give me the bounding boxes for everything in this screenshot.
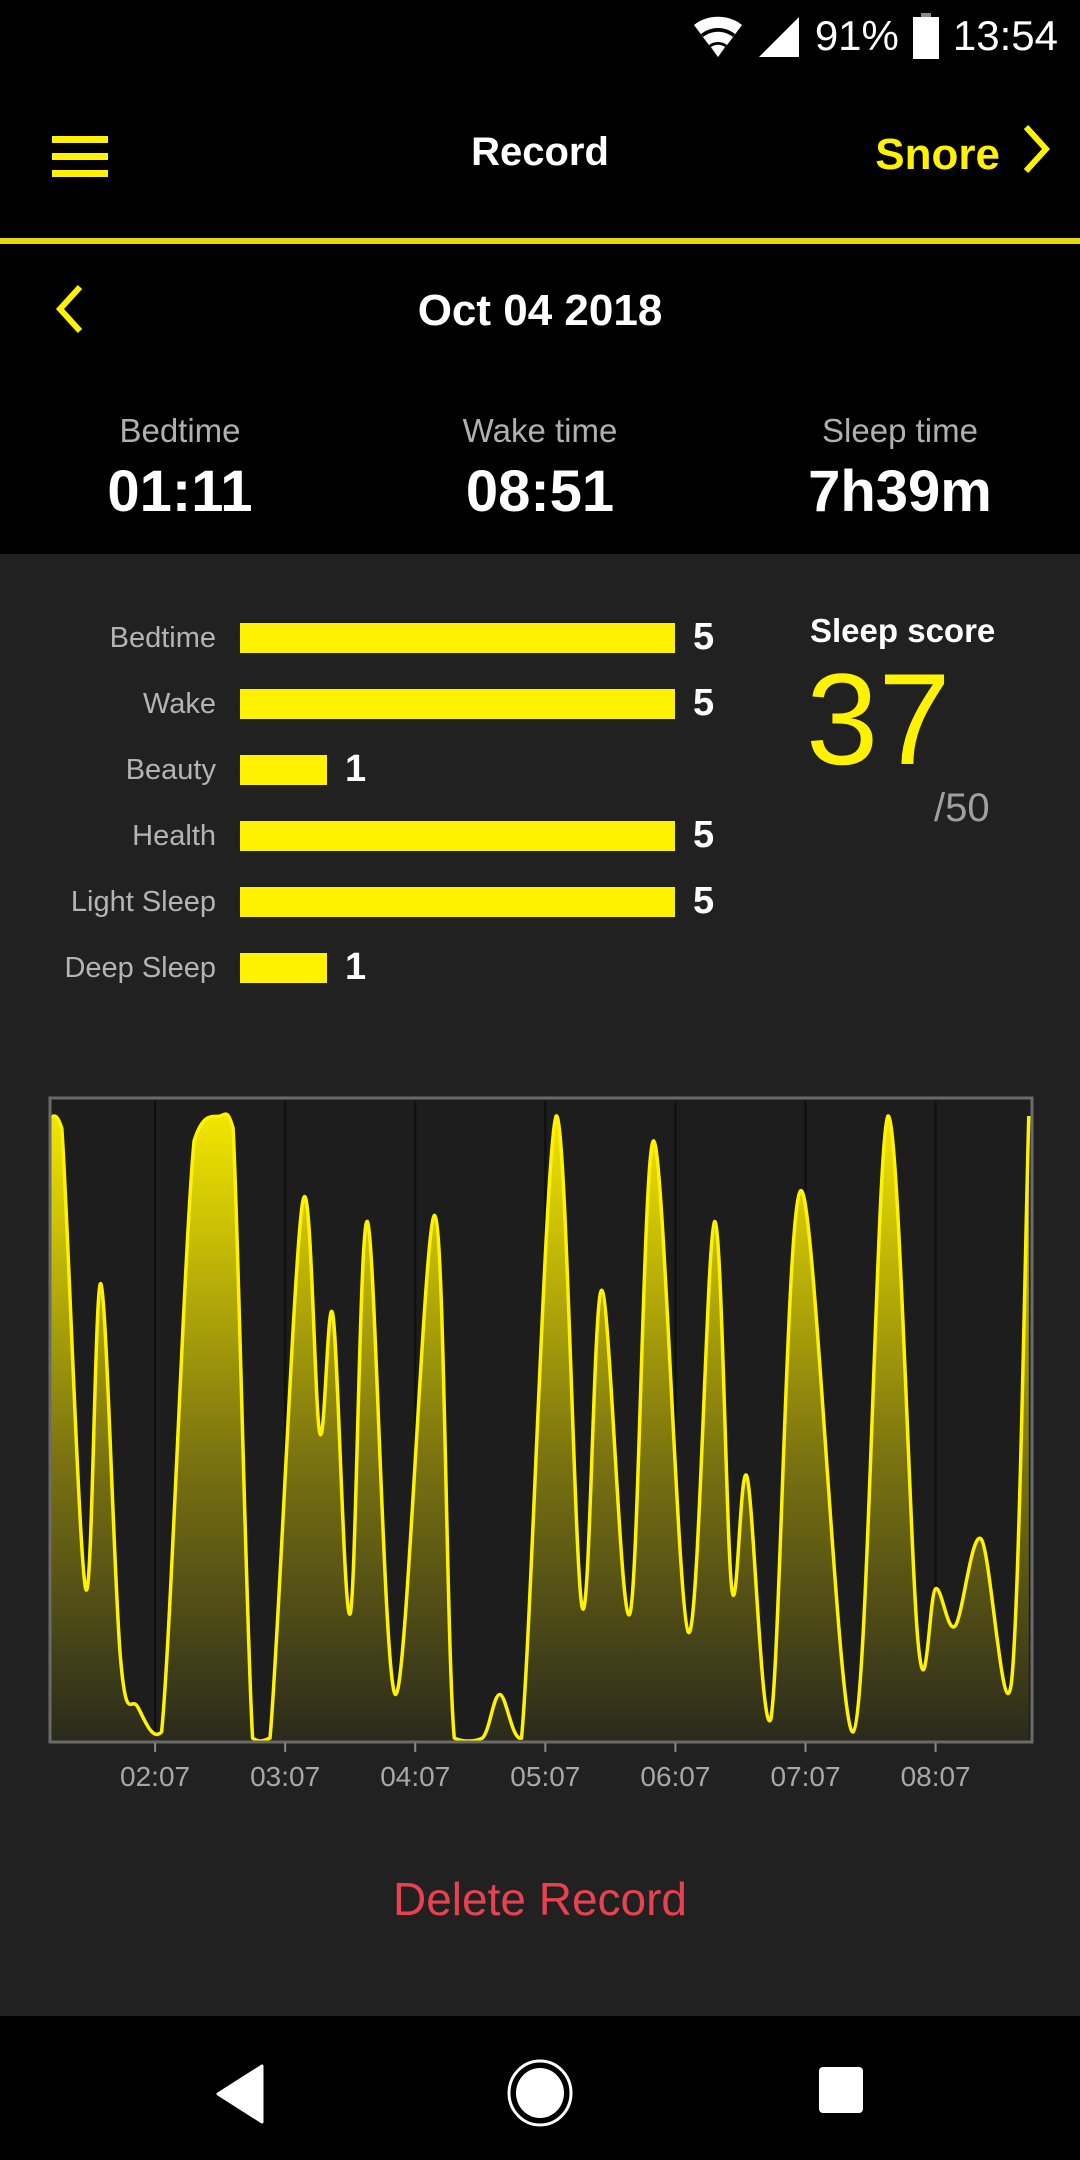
score-label: Health xyxy=(132,820,216,852)
stat-value: 7h39m xyxy=(808,459,992,524)
score-value: 5 xyxy=(693,616,715,658)
x-tick-label: 06:07 xyxy=(640,1761,710,1792)
sleep-score-max: /50 xyxy=(934,786,990,830)
x-tick-label: 02:07 xyxy=(120,1761,190,1792)
stat-label: Bedtime xyxy=(119,412,241,449)
system-nav-bar xyxy=(0,2016,1080,2160)
score-bar xyxy=(240,689,675,719)
score-value: 5 xyxy=(693,682,715,724)
battery-percent: 91% xyxy=(814,12,899,59)
score-bar xyxy=(240,953,327,983)
score-value: 5 xyxy=(693,880,715,922)
score-bar xyxy=(240,887,675,917)
score-label: Bedtime xyxy=(109,622,216,654)
score-bar xyxy=(240,821,675,851)
x-tick-label: 04:07 xyxy=(380,1761,450,1792)
score-bar xyxy=(240,623,675,653)
wifi-icon xyxy=(693,14,743,58)
score-label: Wake xyxy=(142,688,216,720)
stat-value: 01:11 xyxy=(107,459,253,524)
back-icon[interactable] xyxy=(214,2064,264,2129)
score-label: Beauty xyxy=(125,754,216,786)
signal-icon xyxy=(757,14,801,58)
sleep-time-stat: Sleep time 7h39m xyxy=(750,412,1050,525)
delete-record-button[interactable]: Delete Record xyxy=(0,1872,1080,1926)
chevron-right-icon xyxy=(1022,124,1051,185)
snore-label: Snore xyxy=(875,129,1000,179)
record-content: Bedtime 5 Wake 5 Beauty 1 Health 5 Light Sleep 5 D… xyxy=(0,554,1080,2016)
clock: 13:54 xyxy=(952,12,1058,59)
record-date: Oct 04 2018 xyxy=(417,286,663,335)
recents-icon[interactable] xyxy=(818,2066,864,2119)
x-tick-label: 05:07 xyxy=(510,1761,580,1792)
score-label: Deep Sleep xyxy=(64,952,216,984)
score-value: 1 xyxy=(345,946,367,988)
wake-time-stat: Wake time 08:51 xyxy=(390,412,690,525)
app-bar: Record Snore xyxy=(0,72,1080,238)
status-bar: 91% 13:54 xyxy=(0,0,1080,72)
sleep-score-value: 37 xyxy=(806,646,951,792)
score-bar xyxy=(240,755,327,785)
date-header: Oct 04 2018 Bedtime 01:11 Wake time 08:5… xyxy=(0,244,1080,554)
x-tick-label: 03:07 xyxy=(250,1761,320,1792)
home-icon[interactable] xyxy=(506,2058,574,2133)
score-label: Light Sleep xyxy=(70,886,216,918)
snore-button[interactable]: Snore xyxy=(875,124,1051,185)
stat-label: Wake time xyxy=(462,412,618,449)
score-value: 5 xyxy=(693,814,715,856)
x-tick-label: 08:07 xyxy=(901,1761,971,1792)
score-value: 1 xyxy=(345,748,367,790)
x-tick-label: 07:07 xyxy=(770,1761,840,1792)
battery-icon xyxy=(912,13,939,59)
stat-value: 08:51 xyxy=(465,459,615,524)
sleep-chart: 02:07 03:07 04:07 05:07 06:07 07:07 08:07 xyxy=(48,1096,1034,1792)
stat-label: Sleep time xyxy=(822,412,978,449)
bedtime-stat: Bedtime 01:11 xyxy=(30,412,330,525)
sleep-score-label: Sleep score xyxy=(810,612,996,649)
